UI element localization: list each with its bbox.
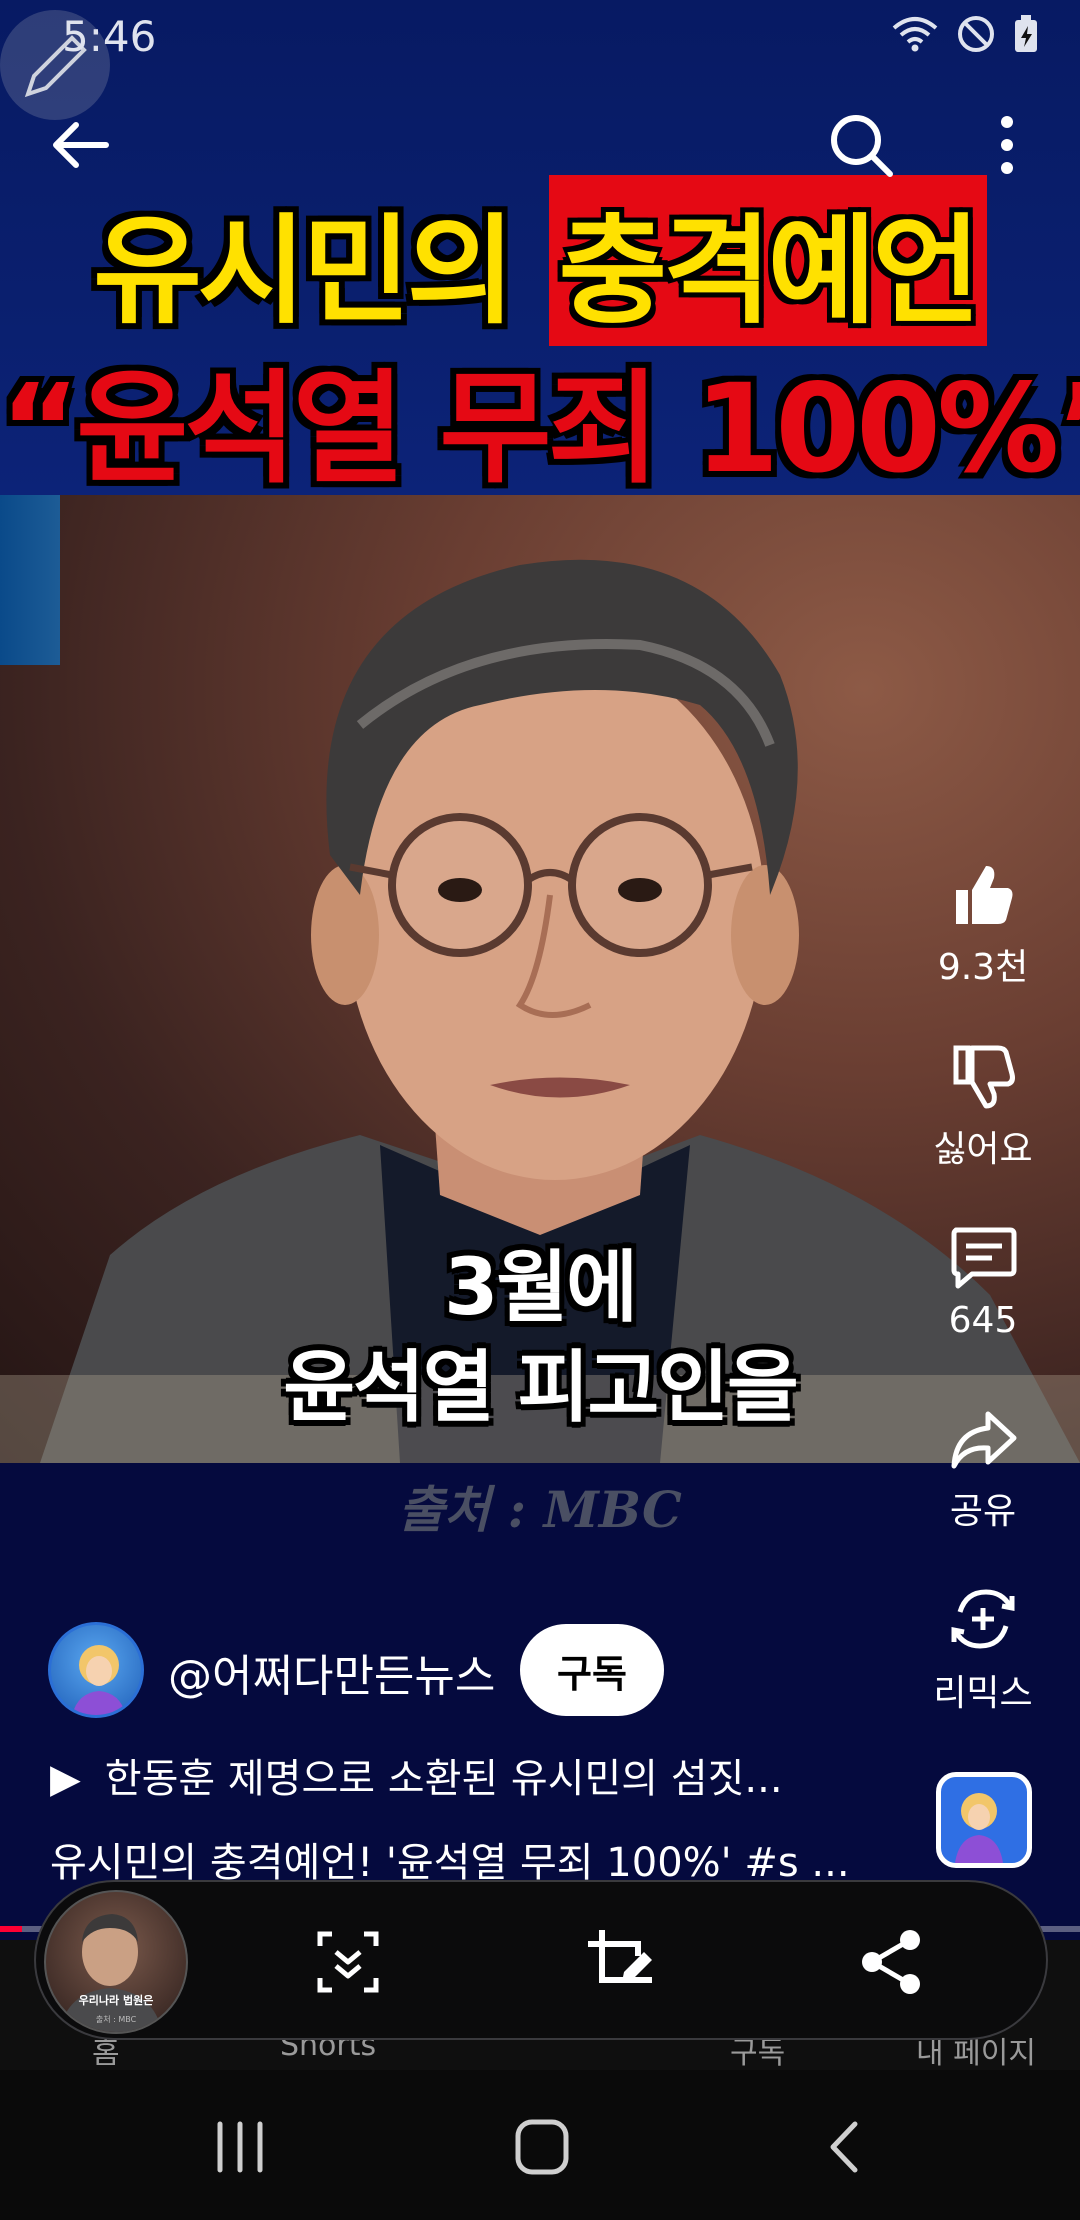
remix-button[interactable]: 리믹스 xyxy=(918,1582,1048,1716)
share-icon[interactable] xyxy=(856,1926,928,1998)
screenshot-thumb-source: 출처 : MBC xyxy=(96,2014,137,2024)
headline-part1: 유시민의 xyxy=(93,202,515,340)
remix-label: 리믹스 xyxy=(933,1673,1033,1714)
comment-icon xyxy=(951,1227,1017,1289)
comment-count: 645 xyxy=(948,1300,1018,1341)
shorts-screen: 유시민의 충격예언 “윤석열 무죄 100%” 3월에 윤석열 피고인을 출처 … xyxy=(0,0,1080,2220)
back-arrow-icon[interactable] xyxy=(46,110,116,180)
playlist-link[interactable]: ▶ 한동훈 제명으로 소환된 유시민의 섬짓... xyxy=(50,1746,783,1804)
wifi-icon xyxy=(892,17,938,52)
scroll-capture-icon[interactable] xyxy=(312,1926,384,1998)
like-count: 9.3천 xyxy=(937,947,1029,988)
remix-icon xyxy=(951,1589,1015,1649)
subscribe-button[interactable]: 구독 xyxy=(520,1624,664,1716)
recent-apps-icon[interactable] xyxy=(200,2112,280,2182)
video-headline-line2: “윤석열 무죄 100%” xyxy=(0,358,1080,500)
like-button[interactable]: 9.3천 xyxy=(918,860,1048,990)
home-icon[interactable] xyxy=(502,2112,582,2182)
thumbs-up-icon xyxy=(956,866,1013,924)
do-not-disturb-icon xyxy=(958,16,994,52)
status-bar: 5:46 xyxy=(0,0,1080,120)
share-label: 공유 xyxy=(949,1491,1017,1532)
channel-name[interactable]: @어쩌다만든뉴스 xyxy=(168,1640,495,1704)
status-icons xyxy=(890,14,1040,54)
dislike-button[interactable]: 싫어요 xyxy=(918,1042,1048,1172)
status-time: 5:46 xyxy=(62,12,157,61)
dislike-label: 싫어요 xyxy=(933,1129,1033,1170)
channel-avatar[interactable] xyxy=(48,1622,144,1718)
screenshot-thumbnail[interactable]: 우리나라 법원은 출처 : MBC xyxy=(44,1890,188,2034)
search-icon[interactable] xyxy=(826,110,896,180)
video-headline-line1: 유시민의 충격예언 xyxy=(0,175,1080,346)
crop-edit-icon[interactable] xyxy=(584,1926,656,1998)
headline-part2: 충격예언 xyxy=(548,175,987,346)
back-icon[interactable] xyxy=(805,2112,885,2182)
sound-source-thumbnail[interactable] xyxy=(936,1772,1032,1868)
comments-button[interactable]: 645 xyxy=(918,1222,1048,1341)
thumbs-down-icon xyxy=(953,1045,1015,1109)
share-button[interactable]: 공유 xyxy=(918,1404,1048,1534)
playlist-text: 한동훈 제명으로 소환된 유시민의 섬짓... xyxy=(104,1756,783,1802)
more-options-icon[interactable] xyxy=(972,110,1042,180)
screenshot-toolbar: 우리나라 법원은 출처 : MBC xyxy=(34,1880,1048,2040)
system-navigation-bar xyxy=(0,2070,1080,2220)
battery-charging-icon xyxy=(1015,15,1037,52)
screenshot-thumb-caption: 우리나라 법원은 xyxy=(79,1993,154,2007)
play-triangle-icon: ▶ xyxy=(50,1756,81,1802)
video-progress-fill xyxy=(0,1926,22,1932)
share-arrow-icon xyxy=(951,1411,1017,1469)
